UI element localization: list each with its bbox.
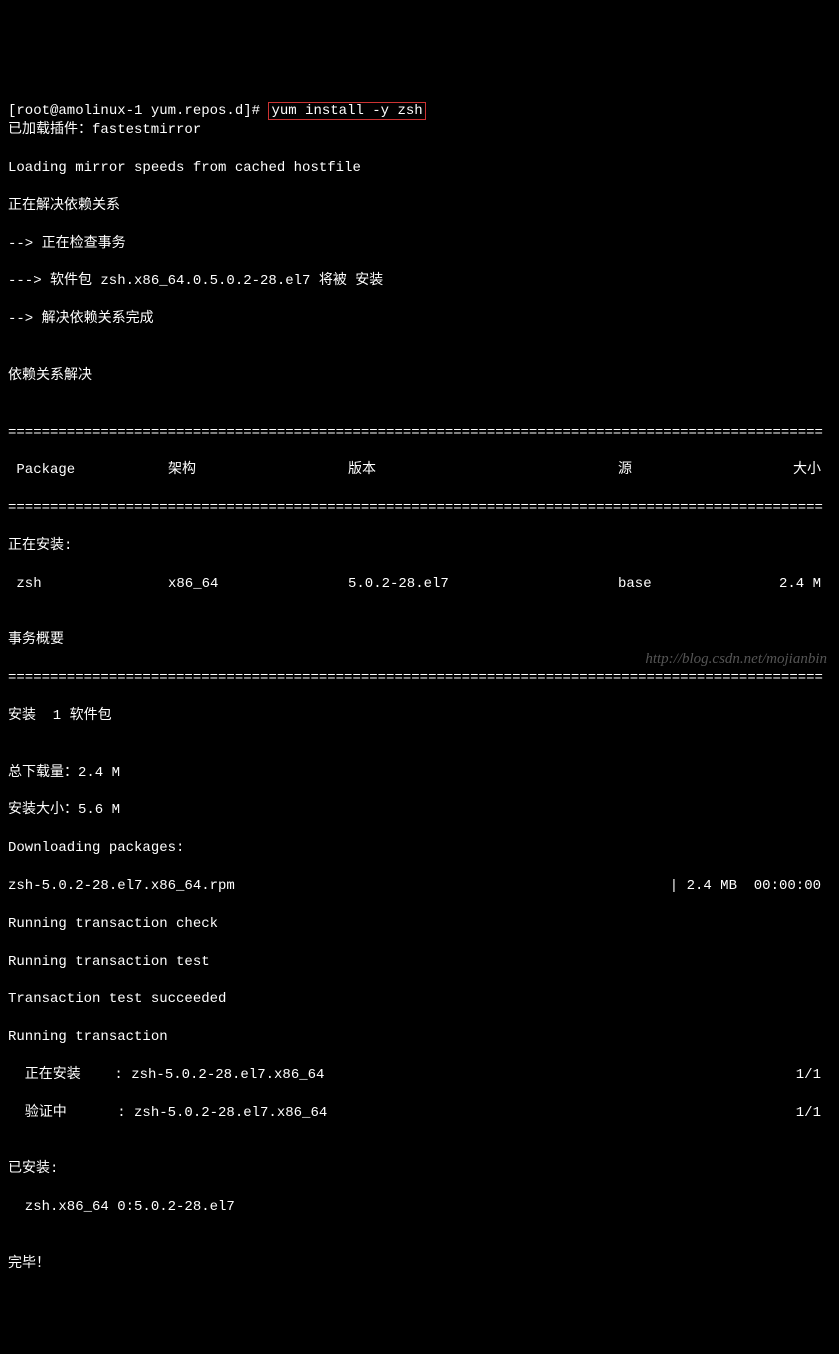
terminal-output: [root@amolinux-1 yum.repos.d]# yum insta… (8, 84, 831, 1293)
cell-arch: x86_64 (168, 575, 348, 594)
transaction-install-row: 正在安装 : zsh-5.0.2-28.el7.x86_641/1 (8, 1066, 831, 1085)
cell-size: 2.4 M (768, 575, 831, 594)
output-line: Downloading packages: (8, 839, 831, 858)
output-line: 依赖关系解决 (8, 367, 831, 386)
installing-label: 正在安装: (8, 537, 831, 556)
output-line: ---> 软件包 zsh.x86_64.0.5.0.2-28.el7 将被 安装 (8, 272, 831, 291)
col-version: 版本 (348, 461, 618, 480)
transaction-verify-row: 验证中 : zsh-5.0.2-28.el7.x86_641/1 (8, 1104, 831, 1123)
output-line: Transaction test succeeded (8, 990, 831, 1009)
output-line: Loading mirror speeds from cached hostfi… (8, 159, 831, 178)
output-line: --> 正在检查事务 (8, 235, 831, 254)
shell-prompt: [root@amolinux-1 yum.repos.d]# yum insta… (8, 102, 426, 120)
col-size: 大小 (768, 461, 831, 480)
command-highlight: yum install -y zsh (268, 102, 425, 120)
output-line: 正在解决依赖关系 (8, 197, 831, 216)
separator-line: ========================================… (8, 669, 831, 688)
output-line: zsh.x86_64 0:5.0.2-28.el7 (8, 1198, 831, 1217)
output-line: 事务概要 (8, 631, 831, 650)
output-line: 完毕！ (8, 1255, 831, 1274)
verify-count: 1/1 (796, 1104, 831, 1123)
col-package: Package (8, 461, 168, 480)
separator-line: ========================================… (8, 499, 831, 518)
cell-version: 5.0.2-28.el7 (348, 575, 618, 594)
table-data-row: zshx86_645.0.2-28.el7base2.4 M (8, 575, 831, 594)
verify-text: 验证中 : zsh-5.0.2-28.el7.x86_64 (8, 1104, 796, 1123)
separator-line: ========================================… (8, 424, 831, 443)
watermark-text: http://blog.csdn.net/mojianbin (645, 649, 827, 669)
output-line: 已安装: (8, 1160, 831, 1179)
install-count: 1/1 (796, 1066, 831, 1085)
col-repo: 源 (618, 461, 768, 480)
prompt-prefix: [root@amolinux-1 yum.repos.d]# (8, 103, 268, 119)
table-header-row: Package架构版本源大小 (8, 461, 831, 480)
download-row: zsh-5.0.2-28.el7.x86_64.rpm| 2.4 MB 00:0… (8, 877, 831, 896)
output-line: Running transaction (8, 1028, 831, 1047)
output-line: Running transaction check (8, 915, 831, 934)
output-line: 已加载插件：fastestmirror (8, 121, 831, 140)
output-line: 安装 1 软件包 (8, 707, 831, 726)
col-arch: 架构 (168, 461, 348, 480)
install-text: 正在安装 : zsh-5.0.2-28.el7.x86_64 (8, 1066, 796, 1085)
download-progress: | 2.4 MB 00:00:00 (670, 877, 831, 896)
output-line: --> 解决依赖关系完成 (8, 310, 831, 329)
output-line: 安装大小：5.6 M (8, 801, 831, 820)
cell-package: zsh (8, 575, 168, 594)
output-line: Running transaction test (8, 953, 831, 972)
output-line: 总下载量：2.4 M (8, 764, 831, 783)
cell-repo: base (618, 575, 768, 594)
download-file: zsh-5.0.2-28.el7.x86_64.rpm (8, 877, 670, 896)
